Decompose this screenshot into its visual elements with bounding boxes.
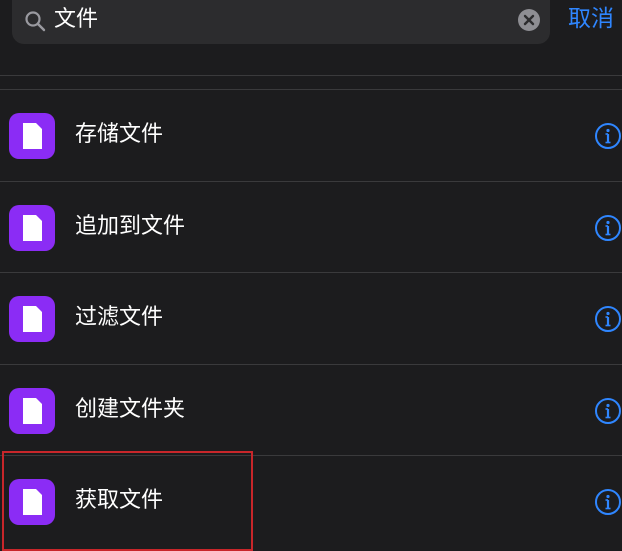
list-item-label: 获取文件 — [75, 488, 164, 513]
search-input[interactable]: 文件 — [54, 5, 98, 35]
info-icon[interactable] — [594, 214, 622, 242]
document-icon — [9, 387, 55, 434]
list-item-label: 创建文件夹 — [75, 396, 186, 422]
list-item[interactable]: 追加到文件 — [0, 180, 622, 273]
action-list: 存储文件 追加到文件 过滤文件 创建文件夹 获取文件 — [0, 89, 622, 547]
list-item-label: 过滤文件 — [75, 305, 164, 330]
list-item-label: 存储文件 — [75, 122, 164, 147]
clear-icon[interactable] — [518, 9, 540, 31]
cancel-button[interactable]: 取消 — [568, 2, 614, 36]
list-item[interactable]: 过滤文件 — [0, 272, 622, 364]
document-icon — [9, 479, 55, 525]
document-icon — [9, 296, 55, 342]
document-icon — [9, 113, 55, 159]
search-field[interactable]: 文件 — [12, 0, 550, 44]
info-icon[interactable] — [594, 488, 622, 516]
list-item[interactable]: 创建文件夹 — [0, 363, 622, 456]
list-item[interactable]: 存储文件 — [0, 89, 622, 181]
info-icon[interactable] — [594, 305, 622, 333]
list-item-label: 追加到文件 — [75, 213, 186, 239]
document-icon — [9, 204, 55, 251]
divider — [0, 75, 622, 76]
list-item[interactable]: 获取文件 — [0, 455, 622, 547]
search-icon — [24, 10, 46, 32]
info-icon[interactable] — [594, 397, 622, 425]
info-icon[interactable] — [594, 122, 622, 150]
